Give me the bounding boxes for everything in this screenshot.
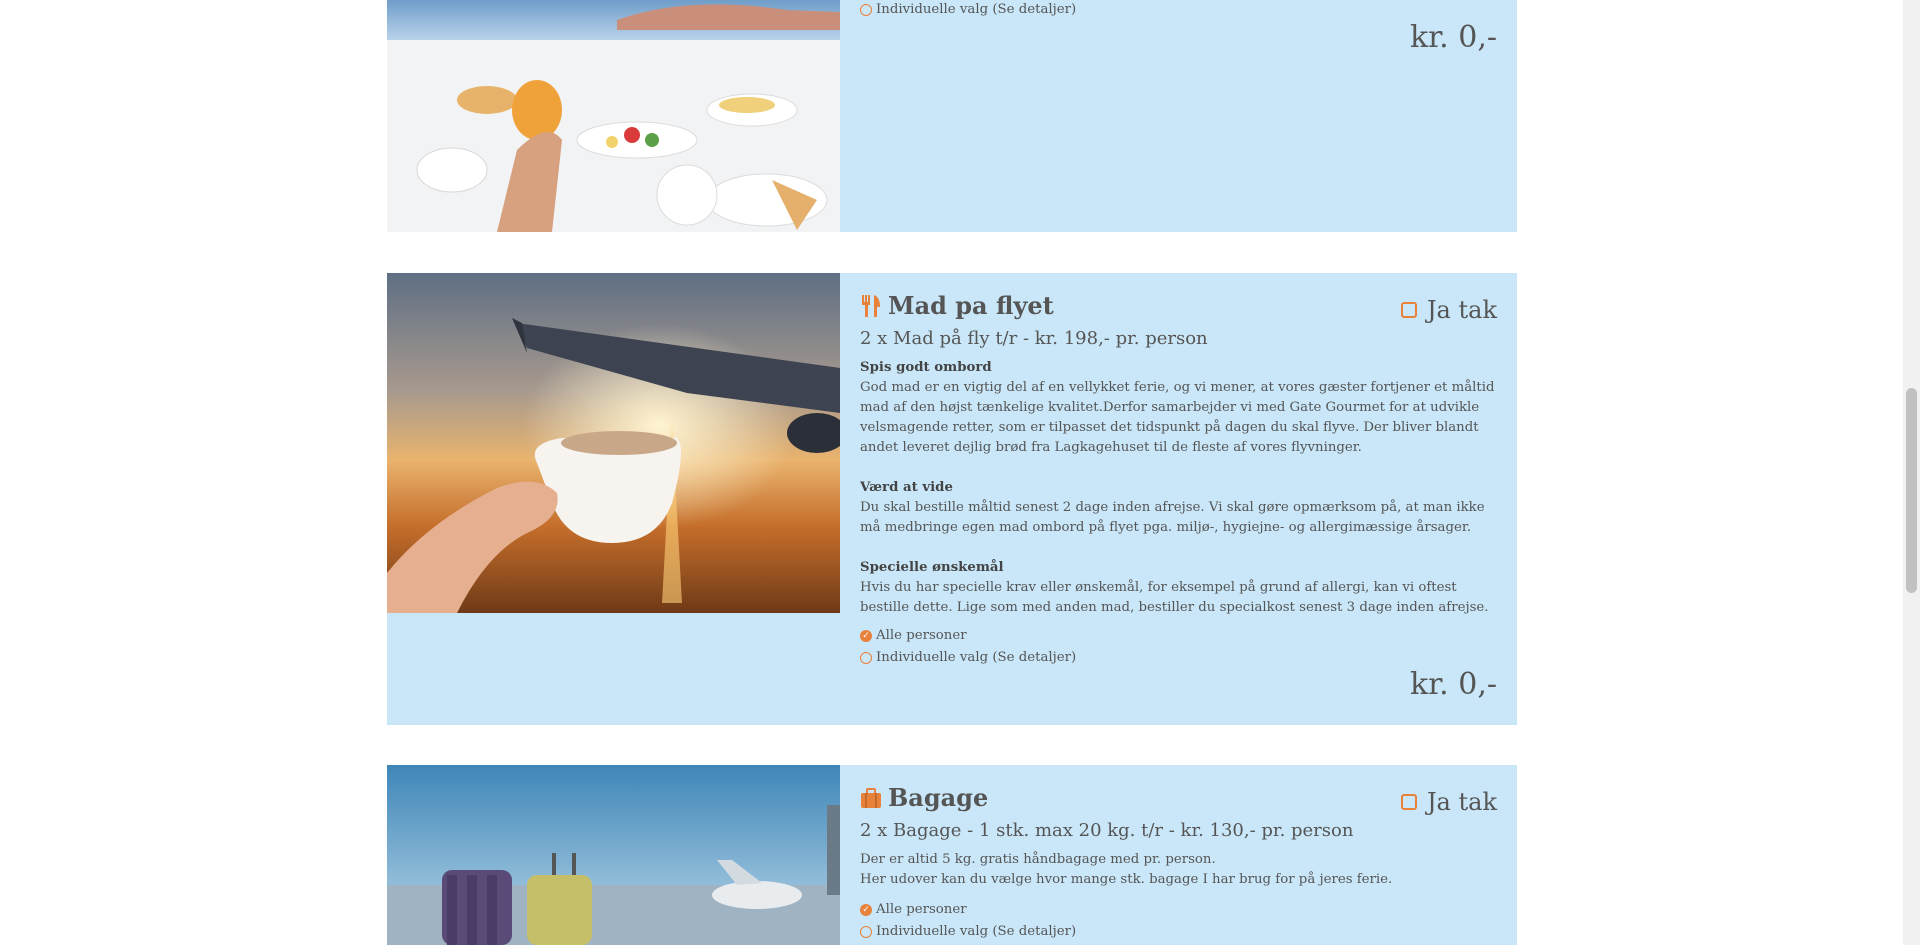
mad-body: Mad pa flyet Ja tak 2 x Mad på fly t/r -… <box>860 273 1497 725</box>
ja-tak-checkbox[interactable]: Ja tak <box>1400 788 1497 816</box>
card-breakfast: Individuelle valg (Se detaljer) kr. 0,- <box>387 0 1517 232</box>
ja-tak-label: Ja tak <box>1426 788 1497 816</box>
fork-knife-icon <box>862 294 880 317</box>
section-text: God mad er en vigtig del af en vellykket… <box>860 380 1495 455</box>
option-individual-label: Individuelle valg (Se detaljer) <box>876 650 1077 665</box>
option-individual[interactable]: Individuelle valg (Se detaljer) <box>860 924 1076 939</box>
section-text: Hvis du har specielle krav eller ønskemå… <box>860 580 1489 615</box>
section-heading: Spis godt ombord <box>860 360 992 375</box>
option-all-label: Alle personer <box>876 628 967 643</box>
card-description: Der er altid 5 kg. gratis håndbagage med… <box>860 850 1497 890</box>
card-bagage: Bagage Ja tak 2 x Bagage - 1 stk. max 20… <box>387 765 1517 945</box>
suitcase-icon <box>861 787 881 808</box>
card-title-text: Mad pa flyet <box>888 291 1054 320</box>
card-title: Bagage <box>860 783 988 812</box>
card-description: Spis godt ombord God mad er en vigtig de… <box>860 358 1497 618</box>
radio-empty-icon <box>860 651 872 664</box>
option-all-persons[interactable]: ✓ Alle personer <box>860 628 967 643</box>
vertical-scrollbar[interactable] <box>1903 0 1920 945</box>
breakfast-image <box>387 0 840 232</box>
radio-checked-icon: ✓ <box>860 629 872 642</box>
radio-empty-icon <box>860 925 872 938</box>
price: kr. 0,- <box>1409 20 1497 55</box>
checkbox-icon[interactable] <box>1400 302 1417 318</box>
breakfast-body: Individuelle valg (Se detaljer) kr. 0,- <box>860 0 1497 232</box>
option-individual[interactable]: Individuelle valg (Se detaljer) <box>860 650 1076 665</box>
section-heading: Værd at vide <box>860 480 953 495</box>
card-mad-pa-flyet: Mad pa flyet Ja tak 2 x Mad på fly t/r -… <box>387 273 1517 725</box>
option-all-label: Alle personer <box>876 902 967 917</box>
section-text: Du skal bestille måltid senest 2 dage in… <box>860 500 1485 535</box>
description-line: Der er altid 5 kg. gratis håndbagage med… <box>860 852 1216 867</box>
section-heading: Specielle ønskemål <box>860 560 1004 575</box>
description-line: Her udover kan du vælge hvor mange stk. … <box>860 872 1393 887</box>
option-all-persons[interactable]: ✓ Alle personer <box>860 902 967 917</box>
ja-tak-checkbox[interactable]: Ja tak <box>1400 296 1497 324</box>
card-title: Mad pa flyet <box>860 291 1054 320</box>
radio-empty-icon <box>860 3 872 16</box>
checkbox-icon[interactable] <box>1400 794 1417 810</box>
scrollbar-thumb[interactable] <box>1906 388 1917 593</box>
ja-tak-label: Ja tak <box>1426 296 1497 324</box>
price: kr. 0,- <box>1409 667 1497 702</box>
option-individual-label: Individuelle valg (Se detaljer) <box>876 2 1077 17</box>
card-subtitle: 2 x Bagage - 1 stk. max 20 kg. t/r - kr.… <box>860 820 1354 841</box>
description-section: Værd at vide Du skal bestille måltid sen… <box>860 478 1497 538</box>
option-individual-label: Individuelle valg (Se detaljer) <box>876 924 1077 939</box>
luggage-image <box>387 765 840 945</box>
description-section: Spis godt ombord God mad er en vigtig de… <box>860 358 1497 458</box>
option-individual[interactable]: Individuelle valg (Se detaljer) <box>860 2 1076 17</box>
inflight-coffee-image <box>387 273 840 613</box>
description-section: Specielle ønskemål Hvis du har specielle… <box>860 558 1497 618</box>
radio-checked-icon: ✓ <box>860 903 872 916</box>
card-subtitle: 2 x Mad på fly t/r - kr. 198,- pr. perso… <box>860 328 1208 349</box>
card-title-text: Bagage <box>888 783 989 812</box>
bagage-body: Bagage Ja tak 2 x Bagage - 1 stk. max 20… <box>860 765 1497 945</box>
